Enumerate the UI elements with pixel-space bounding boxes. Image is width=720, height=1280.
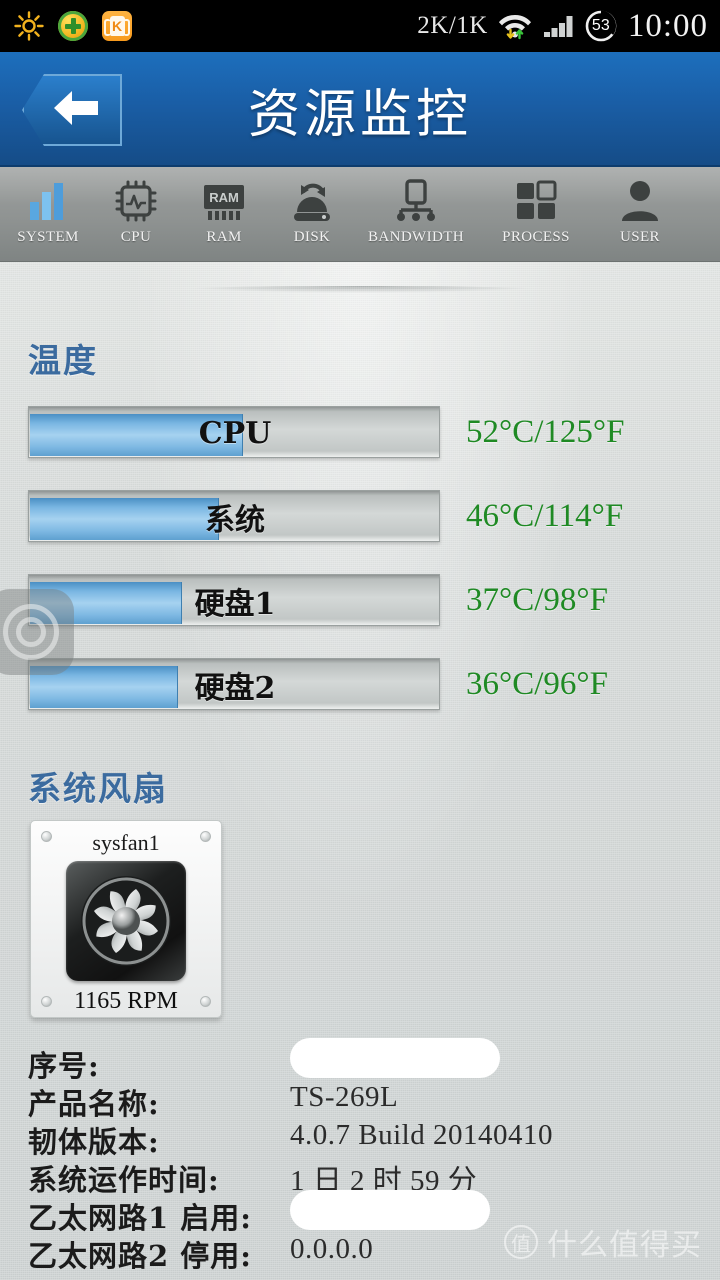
info-row: 韧体版本: 4.0.7 Build 20140410 [28,1119,698,1159]
disk-sync-icon [288,176,336,226]
info-row: 序号: [28,1038,698,1083]
tab-label: PROCESS [502,229,570,245]
grid-tiles-icon [513,176,559,226]
page-title: 资源监控 [247,85,472,145]
tab-cpu[interactable]: CPU [92,167,180,262]
tab-label: BANDWIDTH [367,229,465,245]
tab-user[interactable]: USER [596,167,684,262]
tab-label: DISK [293,229,331,245]
status-bar-left-icons: K [0,11,132,41]
temperature-row-hdd2: 硬盘2 36°C/96°F [28,658,692,710]
temperature-heading: 温度 [28,341,98,380]
brightness-sun-icon [14,11,44,41]
temperature-bar-label: 硬盘1 [194,587,276,622]
temperature-value: 52°C/125°F [466,413,625,450]
fan-name-label: sysfan1 [92,830,160,855]
fan-widget[interactable]: sysfan1 1165 RPM [30,820,222,1018]
info-value: 0.0.0.0 [290,1233,374,1265]
tab-ram[interactable]: RAM RAM [180,167,268,262]
info-value: TS-269L [290,1081,399,1113]
status-bar: K 2K/1K 53 10:00 [0,0,720,52]
temperature-row-hdd1: 硬盘1 37°C/98°F [28,574,692,626]
svg-text:RAM: RAM [209,190,239,205]
temperature-value: 46°C/114°F [466,497,624,534]
watermark: 值 什么值得买 [504,1220,702,1264]
temperature-bar: 系统 [28,490,440,542]
temperature-bar-label: CPU [198,415,272,451]
temperature-bar: 硬盘2 [28,658,440,710]
tab-system[interactable]: SYSTEM [4,167,92,262]
temperature-row-cpu: CPU 52°C/125°F [28,406,692,458]
screw-icon [41,996,52,1007]
tab-process[interactable]: PROCESS [476,167,596,262]
info-key: 乙太网路2 停用: [28,1239,252,1273]
info-key: 系统运作时间: [28,1163,220,1197]
redacted-value [290,1190,490,1230]
cpu-chip-icon [113,176,159,226]
bar-chart-icon [25,176,71,226]
security-plus-icon [58,11,88,41]
kugou-music-icon: K [102,11,132,41]
wifi-icon [498,11,532,41]
info-key: 序号: [28,1049,100,1083]
info-value: 4.0.7 Build 20140410 [290,1119,553,1151]
temperature-bar-label: 硬盘2 [194,671,276,706]
tab-label: USER [620,229,660,245]
screw-icon [41,831,52,842]
info-key: 产品名称: [28,1087,160,1121]
temperature-value: 36°C/96°F [466,665,608,702]
status-bar-right-icons: 2K/1K 53 10:00 [417,9,720,43]
tab-bandwidth[interactable]: BANDWIDTH [356,167,476,262]
assistive-touch-inner-ring [16,617,46,647]
assistive-touch-icon [3,604,59,660]
app-letter: K [109,16,125,36]
tab-label: RAM [206,229,242,245]
assistive-touch-button[interactable] [0,589,74,675]
person-icon [617,176,663,226]
temperature-bar: CPU [28,406,440,458]
temperature-bar-label: 系统 [205,503,265,538]
screw-icon [200,831,211,842]
fan-icon [66,861,186,981]
info-key: 乙太网路1 启用: [28,1201,252,1235]
watermark-text: 什么值得买 [547,1228,702,1263]
network-speed-label: 2K/1K [417,12,488,39]
tab-label: SYSTEM [17,229,79,245]
signal-icon [542,13,574,39]
watermark-logo: 值 [504,1225,538,1259]
temperature-bar: 硬盘1 [28,574,440,626]
temperature-value: 37°C/98°F [466,581,608,618]
info-row: 产品名称: TS-269L [28,1081,698,1121]
battery-level-label: 53 [591,17,610,34]
ram-module-icon: RAM [200,176,248,226]
title-bar: 资源监控 [0,52,720,167]
clock-label: 10:00 [627,7,708,44]
screw-icon [200,996,211,1007]
tab-disk[interactable]: DISK [268,167,356,262]
battery-icon: 53 [584,9,618,43]
tab-label: CPU [120,229,152,245]
network-icon [393,176,439,226]
redacted-value [290,1038,500,1078]
info-key: 韧体版本: [28,1125,160,1159]
tab-bar[interactable]: SYSTEM CPU RAM RAM DISK BANDWIDTH PROCES… [0,167,720,262]
system-fan-heading: 系统风扇 [28,769,168,808]
temperature-row-system: 系统 46°C/114°F [28,490,692,542]
fan-rpm-label: 1165 RPM [74,988,178,1014]
phone-screen: K 2K/1K 53 10:00 资源监控 SYSTEM CPU RAM RAM… [0,0,720,1280]
